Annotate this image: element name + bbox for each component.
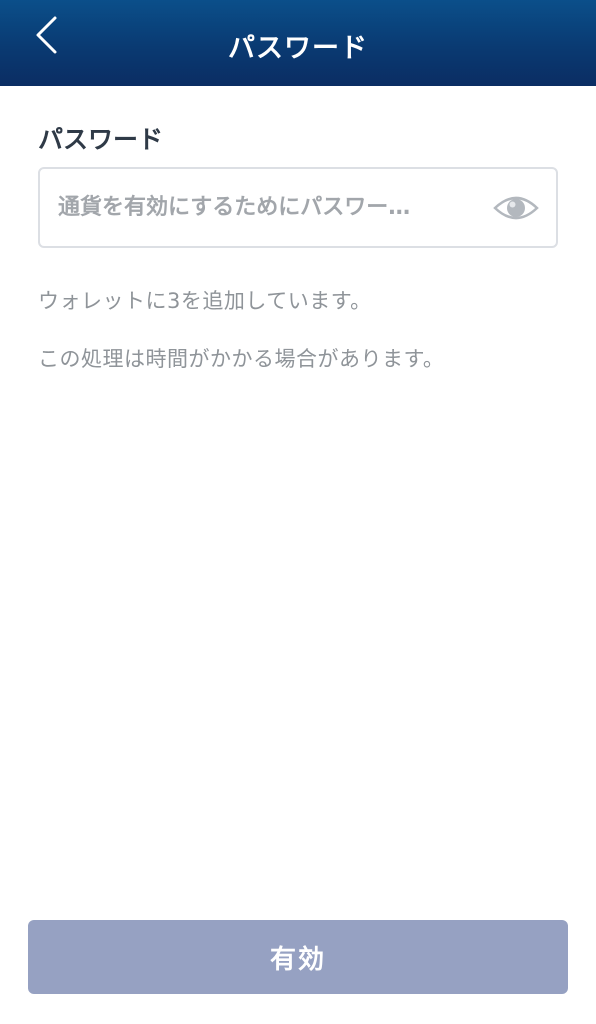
processing-time-notice: この処理は時間がかかる場合があります。 bbox=[38, 347, 445, 371]
adding-currency-message: ウォレットに3を追加しています。 bbox=[38, 289, 372, 313]
page-title: パスワード bbox=[228, 33, 368, 64]
top-app-bar: パスワード bbox=[0, 0, 596, 86]
password-label: パスワード bbox=[38, 125, 164, 154]
password-screen: パスワード パスワード ウォレットに3を追加しています。 この処理は時間がかかる… bbox=[0, 0, 596, 1024]
show-password-toggle[interactable] bbox=[492, 191, 540, 225]
password-input[interactable] bbox=[58, 169, 478, 246]
password-field bbox=[38, 167, 558, 248]
enable-button[interactable]: 有効 bbox=[28, 920, 568, 994]
eye-icon bbox=[493, 196, 539, 220]
